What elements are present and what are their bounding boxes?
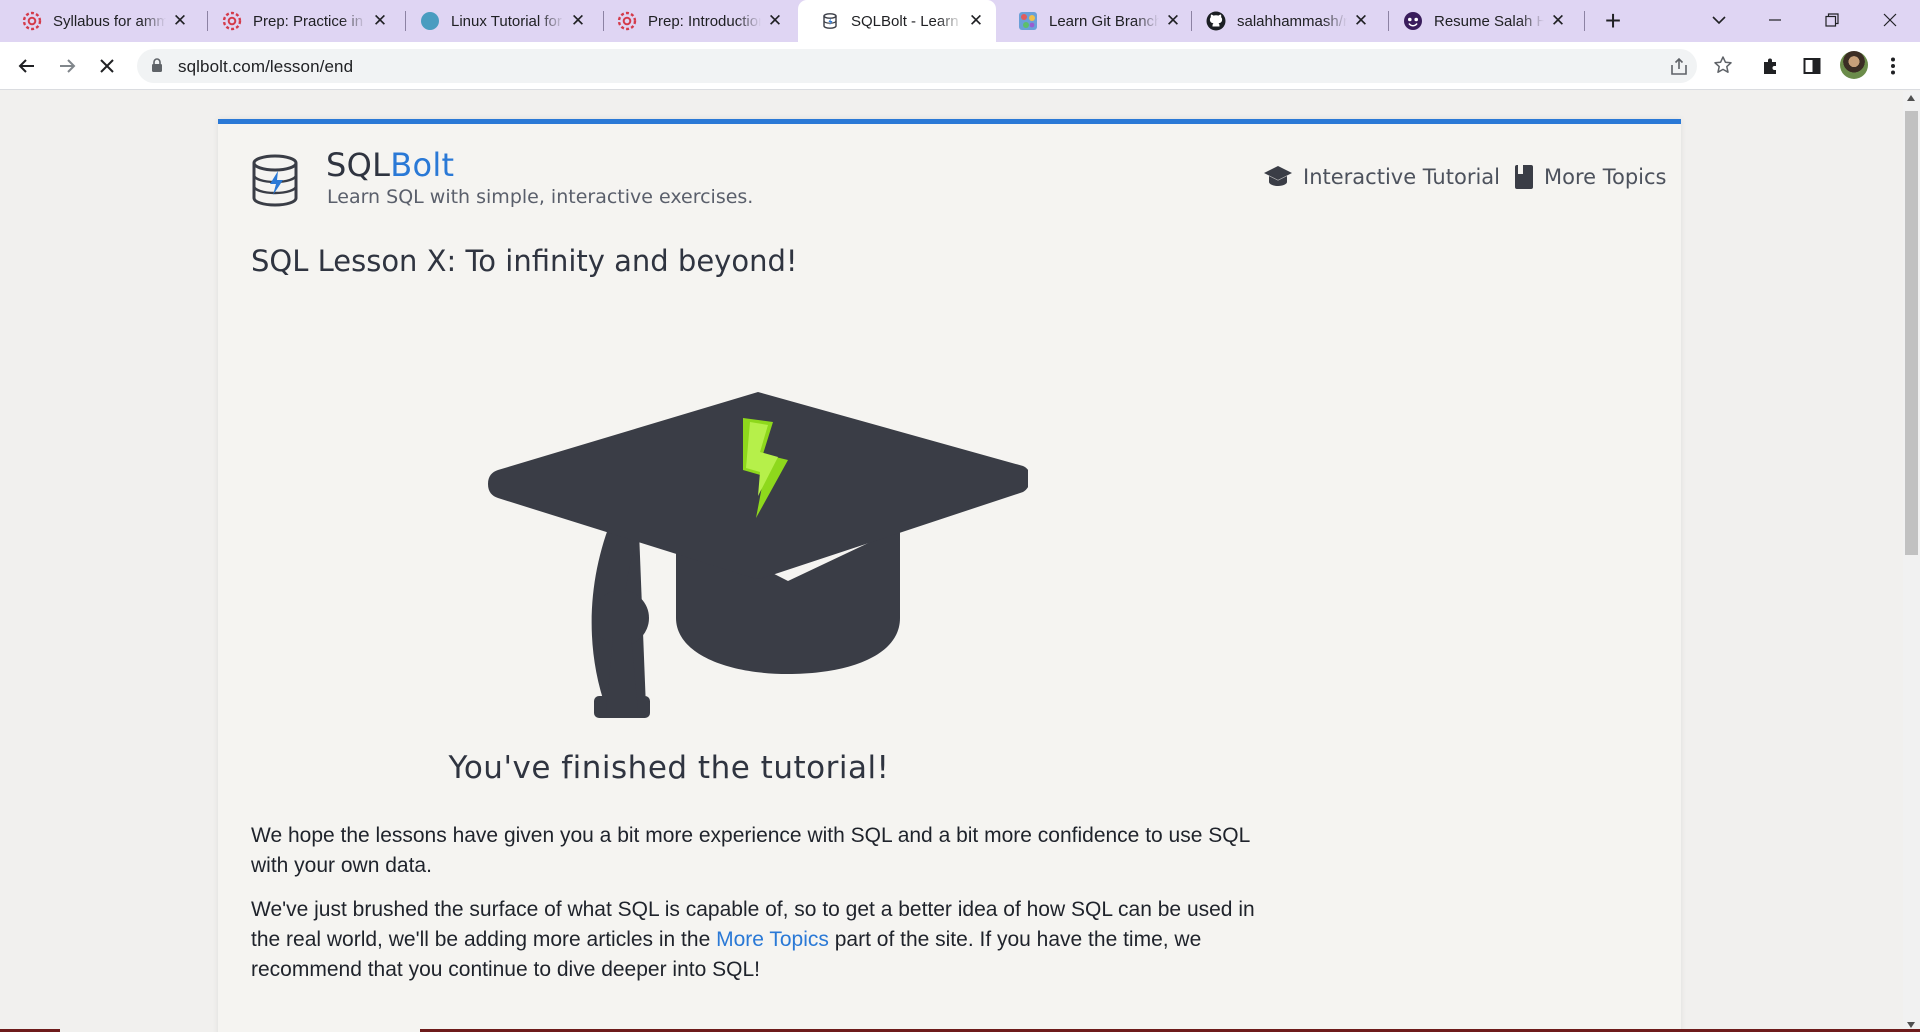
close-icon[interactable]: ✕ [966,11,986,31]
paragraph-intro: We hope the lessons have given you a bit… [251,824,1250,877]
lock-icon[interactable] [151,58,163,78]
github-icon [1206,11,1226,31]
tab-github-resume[interactable]: salahhammash/resume ✕ [1184,0,1381,42]
close-icon[interactable]: ✕ [568,11,588,31]
browser-toolbar: sqlbolt.com/lesson/end [0,42,1920,90]
page-viewport: SQLBolt Learn SQL with simple, interacti… [0,91,1903,1032]
brand-name[interactable]: SQLBolt [326,146,454,184]
tab-title: Learn Git Branching [1049,12,1159,30]
tab-title: SQLBolt - Learn SQL [851,12,962,30]
chrome-menu-icon[interactable] [1881,54,1905,78]
scrollbar-thumb[interactable] [1905,111,1918,555]
tab-separator [1584,11,1585,31]
nav-interactive-tutorial[interactable]: Interactive Tutorial [1263,164,1500,190]
tab-title: Resume Salah Hammash [1434,12,1544,30]
graduation-cap-icon [1263,164,1293,190]
tab-sqlbolt[interactable]: SQLBolt - Learn SQL ✕ [798,0,996,42]
database-icon [820,11,840,31]
site-tagline: Learn SQL with simple, interactive exerc… [327,186,754,208]
face-icon [1403,11,1423,31]
extensions-puzzle-icon[interactable] [1759,54,1783,78]
sqlbolt-logo-icon[interactable] [250,154,300,208]
close-icon[interactable]: ✕ [170,11,190,31]
close-icon[interactable]: ✕ [765,11,785,31]
tab-title: Prep: Practice in the [253,12,366,30]
book-icon [1514,164,1534,190]
nav-topics-label: More Topics [1544,165,1667,189]
tab-resume-salah[interactable]: Resume Salah Hammash ✕ [1381,0,1578,42]
minimize-icon[interactable] [1747,0,1803,40]
close-icon[interactable]: ✕ [1548,11,1568,31]
new-tab-plus-icon[interactable]: + [1598,5,1628,36]
close-icon[interactable]: ✕ [1163,11,1183,31]
tab-strip: Syllabus for ammar ✕ Prep: Practice in t… [0,0,1920,42]
gear-icon [222,11,242,31]
tab-search-chevron-icon[interactable] [1691,0,1747,40]
forward-arrow-icon[interactable] [51,50,83,82]
tab-prep-practice[interactable]: Prep: Practice in the ✕ [200,0,400,42]
profile-avatar[interactable] [1840,51,1868,79]
side-panel-icon[interactable] [1800,54,1824,78]
tab-syllabus[interactable]: Syllabus for ammar ✕ [0,0,200,42]
tab-linux-tutorial[interactable]: Linux Tutorial for ✕ [398,0,598,42]
graduation-cap-illustration-icon [488,392,1028,718]
gear-icon [617,11,637,31]
tab-title: Prep: Introduction [648,12,761,30]
content-panel: SQLBolt Learn SQL with simple, interacti… [218,119,1681,1032]
finished-caption: You've finished the tutorial! [448,750,890,786]
tab-title: Syllabus for ammar [53,12,166,30]
bookmark-star-icon[interactable] [1711,53,1735,77]
restore-icon[interactable] [1804,0,1860,40]
back-arrow-icon[interactable] [11,50,43,82]
share-icon[interactable] [1667,55,1691,79]
lesson-title: SQL Lesson X: To infinity and beyond! [251,244,798,278]
scroll-down-arrow-icon[interactable] [1907,1022,1915,1028]
nav-tutorial-label: Interactive Tutorial [1303,165,1500,189]
tab-learn-git[interactable]: Learn Git Branching ✕ [996,0,1193,42]
scroll-up-arrow-icon[interactable] [1907,95,1915,101]
tab-title: salahhammash/resume [1237,12,1347,30]
vertical-scrollbar[interactable] [1903,91,1920,1032]
close-icon[interactable]: ✕ [370,11,390,31]
circle-icon [420,11,440,31]
more-topics-link[interactable]: More Topics [716,928,829,951]
gear-icon [22,11,42,31]
git-icon [1018,11,1038,31]
tab-prep-introduction[interactable]: Prep: Introduction ✕ [595,0,795,42]
brand-name-bolt: Bolt [390,146,455,184]
brand-name-sql: SQL [326,146,391,184]
nav-more-topics[interactable]: More Topics [1514,164,1667,190]
stop-loading-icon[interactable] [91,50,123,82]
tab-title: Linux Tutorial for [451,12,562,30]
close-icon[interactable]: ✕ [1351,11,1371,31]
paragraph-more-topics: We've just brushed the surface of what S… [251,895,1281,985]
url-text: sqlbolt.com/lesson/end [178,57,354,76]
address-bar[interactable]: sqlbolt.com/lesson/end [137,49,1697,83]
close-window-icon[interactable] [1862,0,1918,40]
